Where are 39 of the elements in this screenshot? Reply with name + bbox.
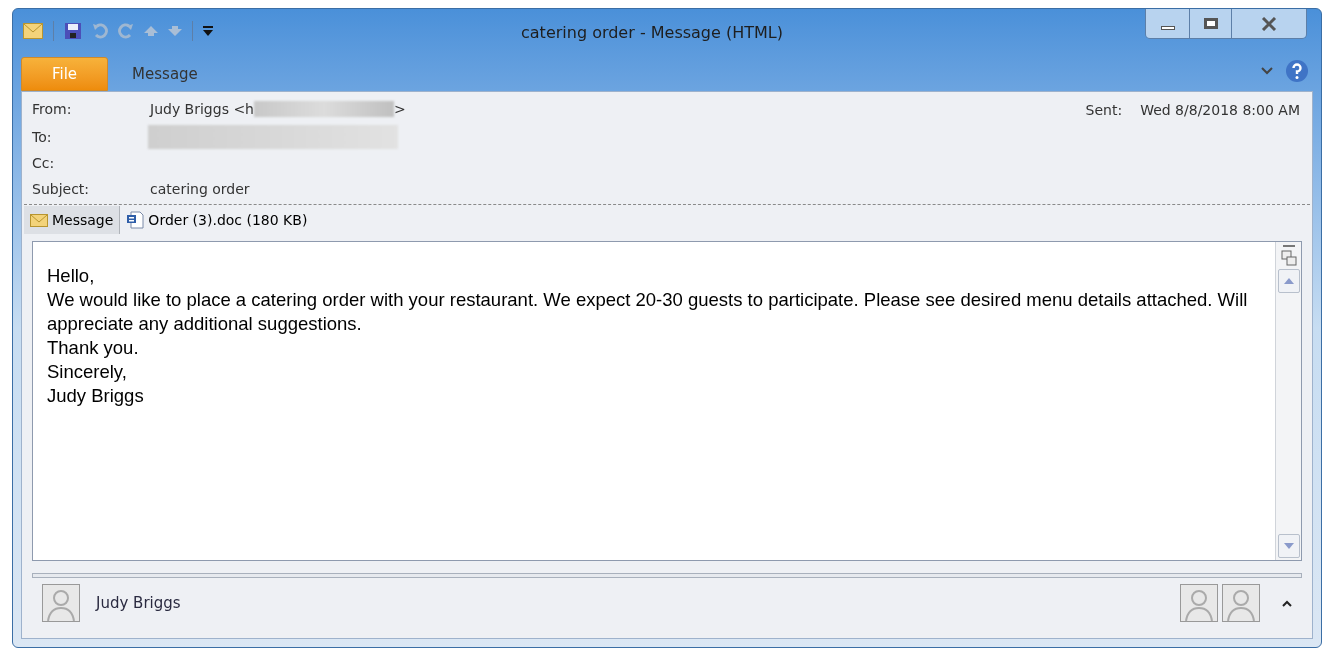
sender-name: Judy Briggs <h (150, 99, 254, 119)
help-icon[interactable] (1285, 59, 1309, 83)
save-icon[interactable] (64, 22, 82, 40)
field-label: Cc: (32, 153, 55, 173)
envelope-icon (30, 213, 48, 227)
message-body: Hello, We would like to place a catering order with your restaurant. We expect 20-30 guests to participate. Please see desired menu details attached. Will appreciate any additional suggestions. Thank you. Sincerely, Judy Briggs (46, 264, 1249, 408)
ribbon-tab[interactable]: Message (112, 57, 218, 91)
undo-icon[interactable] (92, 23, 108, 39)
close-icon (1261, 16, 1277, 31)
avatar-icon[interactable] (42, 584, 80, 622)
up-triangle-icon (1283, 278, 1294, 284)
up-arrow-icon[interactable] (144, 26, 158, 36)
maximize-button[interactable] (1190, 9, 1232, 38)
down-arrow-icon[interactable] (168, 26, 182, 36)
field-label: Subject: (32, 179, 91, 199)
sent-date: Wed 8/8/2018 8:00 AM (1140, 101, 1300, 120)
minimize-button[interactable] (1146, 9, 1190, 38)
avatar-icon[interactable] (1222, 584, 1260, 622)
customize-dropdown-icon[interactable] (203, 26, 213, 36)
envelope-icon[interactable] (23, 23, 43, 39)
field-label: From: (32, 99, 73, 119)
contact-name: Judy Briggs (96, 592, 181, 614)
redo-icon[interactable] (118, 23, 134, 39)
field-label: Sent: (1085, 101, 1123, 120)
scroll-down-button[interactable] (1277, 534, 1300, 558)
sender-bracket: > (394, 99, 406, 119)
close-button[interactable] (1232, 9, 1306, 38)
window-title: catering order - Message (HTML) (521, 22, 783, 44)
down-triangle-icon (1283, 543, 1294, 549)
expand-ribbon-icon[interactable] (1261, 67, 1273, 75)
subject-text: catering order (150, 179, 250, 199)
attachment-tab[interactable]: Order (3).doc (180 KB) (120, 206, 314, 234)
scroll-up-button[interactable] (1277, 269, 1300, 293)
attachment-tab[interactable]: Message (24, 206, 121, 234)
field-label: To: (32, 127, 53, 147)
document-icon (126, 211, 145, 229)
avatar-icon[interactable] (1180, 584, 1218, 622)
collapse-icon[interactable] (1282, 599, 1292, 607)
people-pane-icon[interactable] (1280, 250, 1297, 266)
